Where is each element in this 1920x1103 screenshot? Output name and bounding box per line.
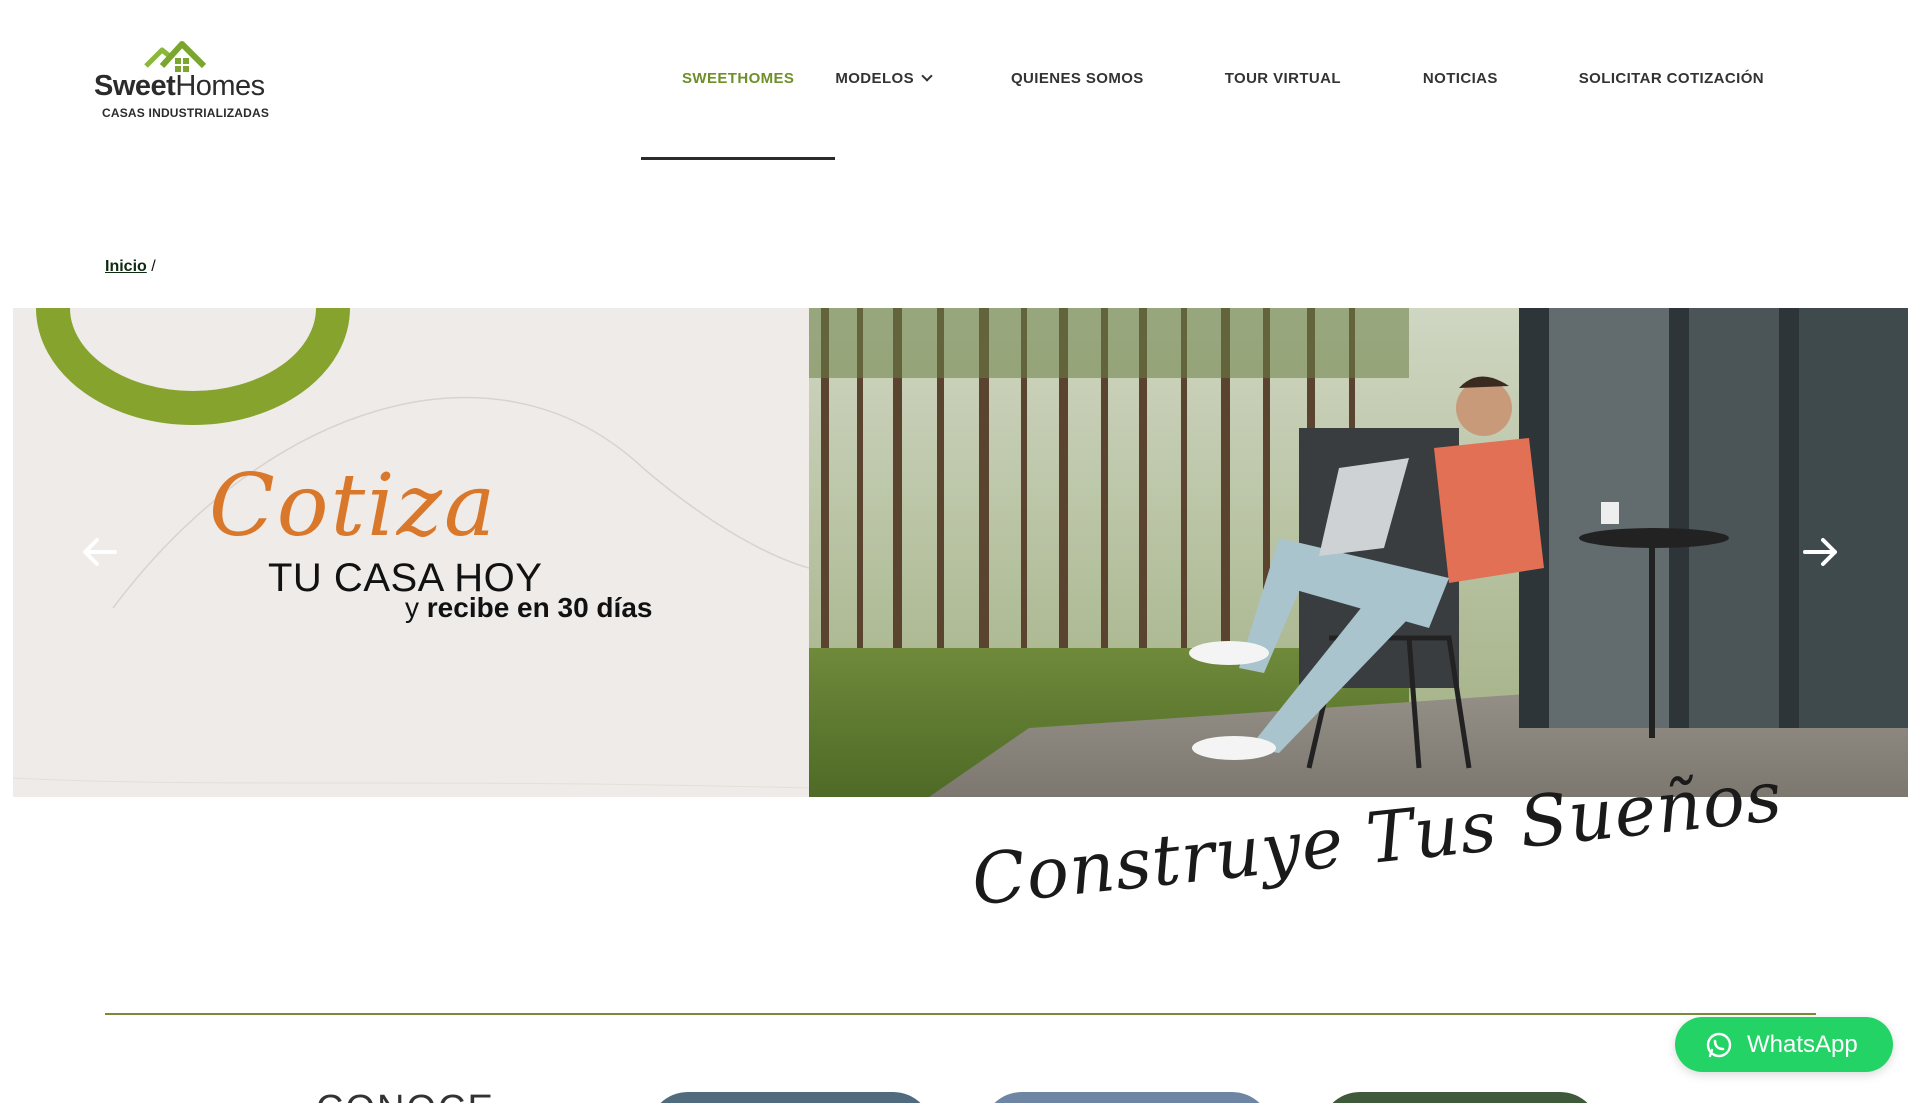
nav-item-sweethomes[interactable]: SWEETHOMES bbox=[641, 0, 836, 160]
nav-item-label: MODELOS bbox=[835, 70, 914, 87]
whatsapp-label: WhatsApp bbox=[1747, 1030, 1858, 1058]
breadcrumb: Inicio / bbox=[105, 258, 156, 276]
nav-item-label: QUIENES SOMOS bbox=[1010, 70, 1144, 87]
logo-tagline: CASAS INDUSTRIALIZADAS bbox=[102, 106, 270, 120]
slider-next-button[interactable] bbox=[1799, 530, 1843, 579]
chevron-down-icon bbox=[921, 70, 933, 82]
nav-item-label: SWEETHOMES bbox=[682, 70, 795, 87]
nav-item-tour-virtual[interactable]: TOUR VIRTUAL bbox=[1184, 0, 1382, 160]
hero-photo-illustration bbox=[809, 308, 1908, 797]
whatsapp-icon bbox=[1706, 1032, 1732, 1057]
nav-item-label: TOUR VIRTUAL bbox=[1224, 70, 1341, 87]
model-card[interactable] bbox=[1320, 1092, 1600, 1103]
hero-text-panel: Cotiza TU CASA HOY y recibe en 30 días bbox=[13, 308, 809, 797]
active-indicator bbox=[641, 157, 836, 160]
arrow-right-icon bbox=[1803, 538, 1837, 566]
main-nav: SWEETHOMES MODELOS QUIENES SOMOS TOUR VI… bbox=[641, 0, 1804, 160]
slider-prev-button[interactable] bbox=[77, 530, 121, 579]
breadcrumb-separator: / bbox=[151, 258, 156, 275]
conoce-heading: CONOCE bbox=[316, 1088, 495, 1103]
whatsapp-button[interactable]: WhatsApp bbox=[1675, 1017, 1893, 1072]
nav-item-label: NOTICIAS bbox=[1422, 70, 1498, 87]
hero-photo bbox=[809, 308, 1908, 797]
hero-slider[interactable]: Cotiza TU CASA HOY y recibe en 30 días bbox=[13, 308, 1908, 797]
model-card[interactable] bbox=[648, 1092, 933, 1103]
logo[interactable]: SweetHomes CASAS INDUSTRIALIZADAS bbox=[94, 36, 274, 126]
breadcrumb-home-link[interactable]: Inicio bbox=[105, 258, 147, 275]
hero-subheadline: y recibe en 30 días bbox=[405, 592, 653, 623]
model-card[interactable] bbox=[982, 1092, 1272, 1103]
nav-item-quienes-somos[interactable]: QUIENES SOMOS bbox=[971, 0, 1184, 160]
nav-item-label: SOLICITAR COTIZACIÓN bbox=[1578, 70, 1764, 87]
nav-item-solicitar-cotizacion[interactable]: SOLICITAR COTIZACIÓN bbox=[1539, 0, 1804, 160]
hero-script-headline: Cotiza bbox=[209, 456, 498, 556]
logo-wordmark: SweetHomes bbox=[94, 70, 265, 102]
nav-item-noticias[interactable]: NOTICIAS bbox=[1382, 0, 1539, 160]
arrow-left-icon bbox=[83, 538, 117, 566]
site-header: SweetHomes CASAS INDUSTRIALIZADAS SWEETH… bbox=[0, 0, 1920, 160]
nav-item-modelos[interactable]: MODELOS bbox=[835, 0, 971, 160]
section-divider bbox=[105, 1013, 1816, 1015]
